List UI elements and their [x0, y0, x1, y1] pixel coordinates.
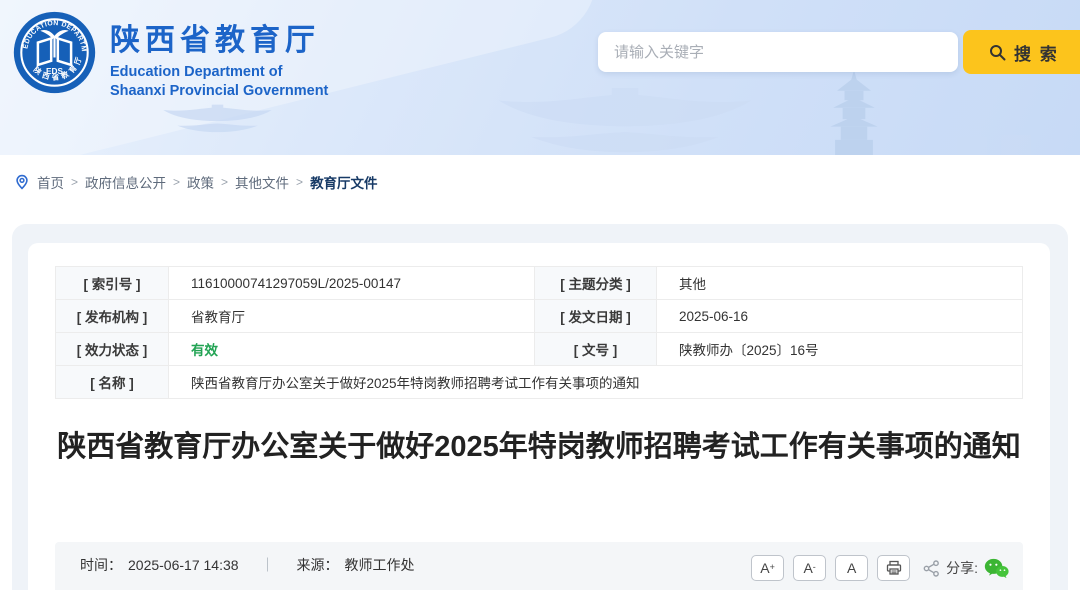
search-icon — [990, 44, 1006, 60]
index-number-label: [ 索引号 ] — [55, 266, 169, 300]
org-name-en: Education Department of Shaanxi Provinci… — [110, 64, 329, 99]
palace-roof-watermark-center — [498, 88, 752, 153]
page-title: 陕西省教育厅办公室关于做好2025年特岗教师招聘考试工作有关事项的通知 — [57, 431, 1021, 463]
article-toolbar: A + A- A 分享: — [751, 555, 1009, 581]
search-input[interactable] — [598, 32, 958, 72]
share-label: 分享: — [946, 560, 978, 576]
font-reset-button[interactable]: A — [835, 555, 869, 581]
site-header: EDUCATION DEPARTMENT OF SHAANXI 陕西省教育厅 E… — [0, 0, 1080, 155]
breadcrumb-policy[interactable]: 政策 — [187, 172, 214, 192]
publish-date-value: 2025-06-16 — [656, 299, 1023, 333]
share-icon — [923, 559, 940, 577]
page: EDUCATION DEPARTMENT OF SHAANXI 陕西省教育厅 E… — [0, 0, 1080, 590]
topic-category-label: [ 主题分类 ] — [534, 266, 657, 300]
breadcrumb-home[interactable]: 首页 — [37, 172, 64, 192]
doc-number-value: 陕教师办〔2025〕16号 — [656, 332, 1023, 366]
breadcrumb: 首页 > 政府信息公开 > 政策 > 其他文件 > 教育厅文件 — [14, 172, 378, 192]
search-button-label: 搜 索 — [1014, 44, 1059, 64]
breadcrumb-separator: > — [71, 175, 79, 189]
validity-status-value: 有效 — [168, 332, 535, 366]
printer-icon — [886, 560, 901, 575]
source-label: 来源： — [296, 557, 339, 573]
breadcrumb-separator: > — [296, 175, 304, 189]
breadcrumb-separator: > — [173, 175, 181, 189]
table-row: [ 发布机构 ] 省教育厅 [ 发文日期 ] 2025-06-16 — [55, 299, 1023, 333]
doc-number-label: [ 文号 ] — [534, 332, 657, 366]
wechat-share-icon[interactable] — [984, 558, 1009, 579]
print-button[interactable] — [877, 555, 911, 581]
font-increase-sup: + — [769, 562, 775, 572]
font-decrease-sup: - — [812, 562, 816, 572]
breadcrumb-current: 教育厅文件 — [310, 176, 378, 191]
org-name-zh: 陕西省教育厅 — [110, 24, 320, 57]
validity-status-label: [ 效力状态 ] — [55, 332, 169, 366]
font-increase-label: A — [760, 560, 770, 576]
publisher-value: 省教育厅 — [168, 299, 535, 333]
doc-info-table: [ 索引号 ] 11610000741297059L/2025-00147 [ … — [55, 266, 1023, 399]
doc-name-label: [ 名称 ] — [55, 365, 169, 399]
table-row: [ 效力状态 ] 有效 [ 文号 ] 陕教师办〔2025〕16号 — [55, 332, 1023, 366]
font-increase-button[interactable]: A + — [751, 555, 785, 581]
eds-logo[interactable]: EDUCATION DEPARTMENT OF SHAANXI 陕西省教育厅 E… — [13, 11, 96, 94]
font-decrease-label: A — [803, 560, 813, 576]
table-row: [ 名称 ] 陕西省教育厅办公室关于做好2025年特岗教师招聘考试工作有关事项的… — [55, 365, 1023, 399]
font-reset-label: A — [846, 560, 857, 576]
breadcrumb-separator: > — [221, 175, 229, 189]
share-group: 分享: — [923, 558, 1009, 579]
breadcrumb-other-docs[interactable]: 其他文件 — [235, 172, 289, 192]
publisher-label: [ 发布机构 ] — [55, 299, 169, 333]
publish-date-label: [ 发文日期 ] — [534, 299, 657, 333]
bell-tower-watermark — [830, 70, 878, 155]
publish-time: 2025-06-17 14:38 — [128, 557, 239, 573]
table-row: [ 索引号 ] 11610000741297059L/2025-00147 [ … — [55, 266, 1023, 300]
site-brand[interactable]: 陕西省教育厅 Education Department of Shaanxi P… — [110, 15, 328, 101]
index-number-value: 11610000741297059L/2025-00147 — [168, 266, 535, 300]
location-pin-icon — [16, 174, 28, 190]
article-meta-bar: 时间： 2025-06-17 14:38 ｜ 来源： 教师工作处 A + A- A — [55, 542, 1023, 590]
topic-category-value: 其他 — [656, 266, 1023, 300]
source-value: 教师工作处 — [344, 557, 415, 573]
breadcrumb-gov-info[interactable]: 政府信息公开 — [85, 172, 166, 192]
meta-divider: ｜ — [260, 557, 275, 573]
search-button[interactable]: 搜 索 — [963, 30, 1080, 74]
buildings-watermark — [957, 135, 1031, 155]
article-meta: 时间： 2025-06-17 14:38 ｜ 来源： 教师工作处 — [80, 555, 415, 575]
logo-abbr: EDS — [46, 66, 64, 76]
time-label: 时间： — [80, 557, 122, 573]
doc-name-value: 陕西省教育厅办公室关于做好2025年特岗教师招聘考试工作有关事项的通知 — [168, 365, 1023, 399]
font-decrease-button[interactable]: A- — [793, 555, 827, 581]
